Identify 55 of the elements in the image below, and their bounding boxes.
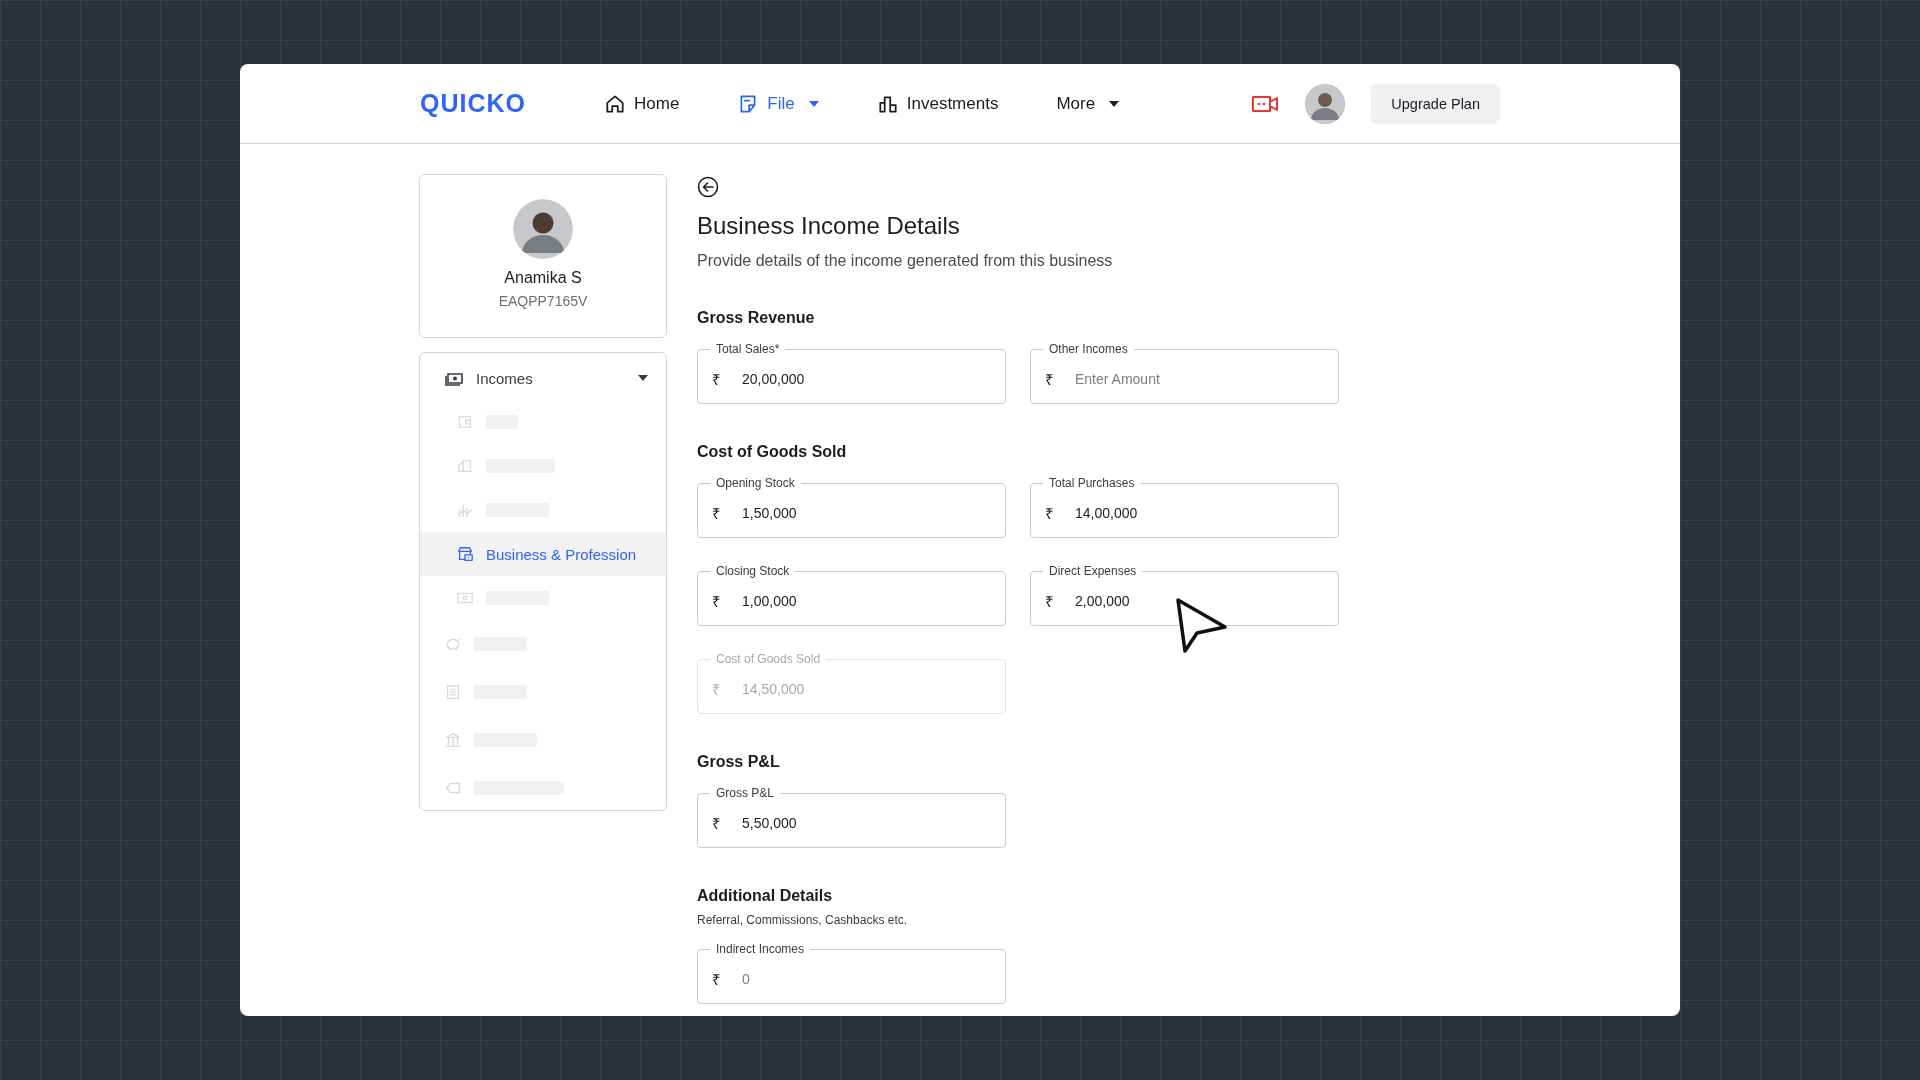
section-heading: Gross P&L [697,753,781,771]
section-note: Referral, Commissions, Cashbacks etc. [697,913,909,927]
pan-number: EAQPP7165V [498,293,588,309]
amount-input[interactable]: 1,50,000 [742,504,942,521]
avatar[interactable] [1305,83,1346,124]
rupee-sign: ₹ [712,969,722,989]
video-camera-icon[interactable] [1251,93,1280,114]
avatar [513,199,573,259]
back-icon[interactable] [697,176,719,198]
rupee-sign: ₹ [1045,369,1055,389]
logo[interactable]: QUICKO [420,89,526,118]
nav-link[interactable]: File [737,88,819,119]
amount-input[interactable]: 20,00,000 [742,370,942,387]
field-label: Cost of Goods Sold [716,652,821,666]
nav-link[interactable]: More [1056,89,1120,118]
caret-icon [1109,100,1120,107]
rupee-sign: ₹ [712,369,722,389]
field-label: Opening Stock [716,476,795,490]
field-label: Indirect Incomes [716,942,805,956]
mouse-pointer-icon [1175,597,1229,655]
amount-input[interactable]: 0 [742,970,942,987]
section-heading: Additional Details [697,887,834,905]
user-name: Anamika S [504,269,582,287]
field-label: Other Incomes [1049,342,1128,356]
list-icon [444,683,462,701]
field-label: Total Sales* [716,342,780,356]
field-label: Gross P&L [716,786,775,800]
upgrade-button[interactable]: Upgrade Plan [1371,83,1500,124]
wallet-icon [456,413,474,431]
caret-icon [808,100,819,107]
page-title: Business Income Details [697,212,961,240]
field-label: Total Purchases [1049,476,1135,490]
rupee-sign: ₹ [712,679,722,699]
nav-link[interactable]: Home [604,88,680,119]
rupee-sign: ₹ [1045,591,1055,611]
section-heading: Cost of Goods Sold [697,443,848,461]
rupee-sign: ₹ [712,591,722,611]
rupee-sign: ₹ [712,503,722,523]
page-subtitle: Provide details of the income generated from this business [697,252,1114,270]
field-label: Direct Expenses [1049,564,1137,578]
field-label: Closing Stock [716,564,790,578]
amount-input[interactable]: 5,50,000 [742,814,942,831]
buildings-icon [456,457,474,475]
storefront-icon [456,545,474,563]
bank-icon [444,731,462,749]
nav-link[interactable]: Investments [876,88,999,119]
section-heading: Gross Revenue [697,309,816,327]
amount-input[interactable]: 14,00,000 [1075,504,1275,521]
amount-input[interactable]: 1,00,000 [742,592,942,609]
amount-input[interactable]: 2,00,000 [1075,592,1275,609]
menu-group[interactable]: Incomes [420,356,666,400]
menu-item[interactable]: Business & Profession [486,545,637,563]
amount-input[interactable]: Enter Amount [1075,370,1275,387]
rupee-sign: ₹ [1045,503,1055,523]
rupee-sign: ₹ [712,813,722,833]
